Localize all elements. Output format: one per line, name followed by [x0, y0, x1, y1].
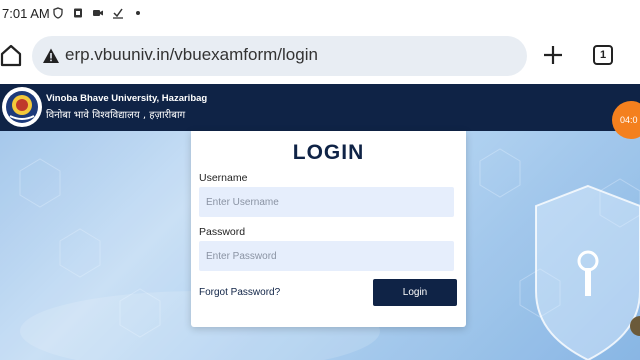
login-card: LOGIN Username Password Forgot Password?…	[191, 131, 466, 327]
home-icon[interactable]	[0, 42, 22, 68]
login-title: LOGIN	[292, 141, 365, 164]
browser-toolbar: erp.vbuuniv.in/vbuexamform/login 1	[0, 28, 640, 84]
university-name: Vinoba Bhave University, Hazaribag	[46, 93, 208, 104]
university-name-hindi: विनोबा भावे विश्वविद्यालय , हज़ारीबाग	[46, 110, 186, 121]
login-button[interactable]: Login	[373, 279, 457, 306]
tab-switcher-icon[interactable]: 1	[593, 45, 613, 65]
url-text[interactable]: erp.vbuuniv.in/vbuexamform/login	[65, 45, 318, 65]
university-logo	[2, 87, 42, 127]
video-icon	[93, 10, 103, 16]
status-bar: 7:01 AM	[0, 0, 640, 28]
office-icon	[74, 8, 82, 18]
status-time: 7:01 AM	[2, 6, 50, 21]
site-header: Vinoba Bhave University, Hazaribag विनोब…	[0, 84, 640, 131]
password-label: Password	[199, 226, 246, 238]
warning-icon[interactable]	[42, 47, 60, 65]
username-label: Username	[199, 172, 248, 184]
username-input[interactable]	[199, 187, 454, 217]
forgot-password-link[interactable]: Forgot Password?	[199, 287, 280, 298]
password-input[interactable]	[199, 241, 454, 271]
status-icons	[52, 7, 144, 19]
download-check-icon	[113, 8, 123, 19]
plus-icon[interactable]	[542, 44, 564, 66]
address-bar[interactable]: erp.vbuuniv.in/vbuexamform/login	[32, 36, 527, 76]
dot-icon	[136, 11, 140, 15]
shield-icon	[53, 7, 63, 19]
